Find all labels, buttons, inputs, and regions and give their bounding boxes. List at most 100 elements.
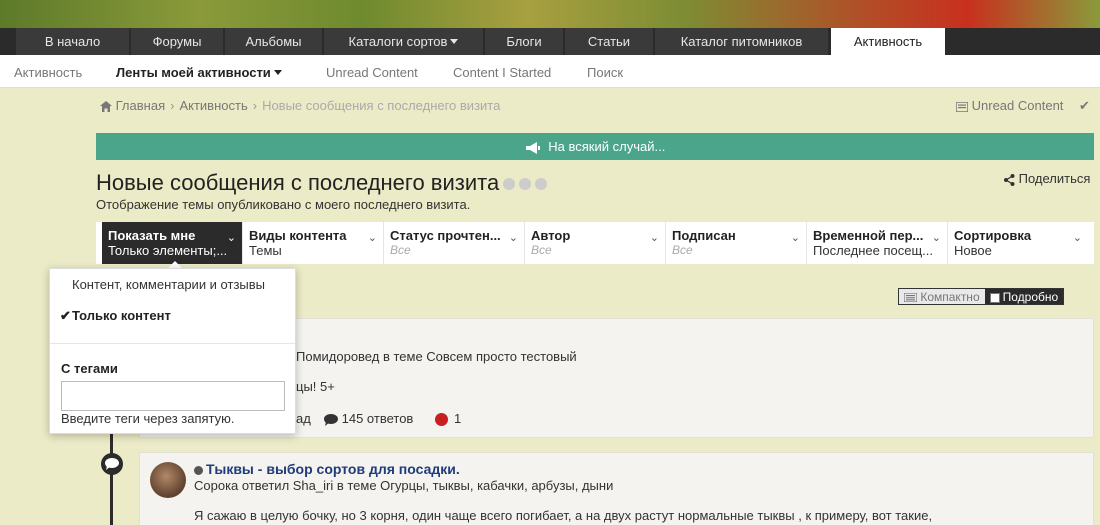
nav-tab-catalogs[interactable]: Каталоги сортов xyxy=(324,28,483,55)
topic-title-text: Тыквы - выбор сортов для посадки. xyxy=(206,461,460,477)
card-snippet: Я сажаю в целую бочку, но 3 корня, один … xyxy=(194,508,933,523)
subnav-unread-content[interactable]: Unread Content xyxy=(326,55,418,90)
avatar[interactable] xyxy=(150,462,186,498)
header-banner xyxy=(0,0,1100,28)
nav-tab-label: Каталоги сортов xyxy=(348,34,448,49)
subnav-my-feeds[interactable]: Ленты моей активности xyxy=(116,55,282,90)
filter-label: Статус прочтен... xyxy=(390,229,501,243)
nav-tab-activity[interactable]: Активность xyxy=(831,28,945,55)
view-compact-button[interactable]: Компактно xyxy=(899,289,985,304)
list-icon xyxy=(955,100,969,113)
page-title: Новые сообщения с последнего визита xyxy=(96,170,548,196)
check-circle-icon[interactable] xyxy=(535,178,548,191)
filter-value: Темы xyxy=(249,243,282,258)
filter-label: Подписан xyxy=(672,229,736,243)
main-nav: В начало Форумы Альбомы Каталоги сортов … xyxy=(0,28,1100,55)
view-compact-label: Компактно xyxy=(920,290,980,304)
nav-tab-label: Блоги xyxy=(506,34,542,49)
card-time: ад xyxy=(296,411,311,426)
filter-value: Все xyxy=(672,243,693,257)
dropdown-option-all[interactable]: Контент, комментарии и отзывы xyxy=(60,277,265,292)
subnav-activity[interactable]: Активность xyxy=(14,55,82,90)
filter-value: Все xyxy=(531,243,552,257)
chevron-down-icon: ⌄ xyxy=(649,232,659,244)
home-icon xyxy=(100,101,112,113)
filter-content-types[interactable]: Виды контента Темы ⌄ xyxy=(243,222,384,264)
nav-tab-label: В начало xyxy=(44,34,101,49)
card-replies[interactable]: 145 ответов xyxy=(324,411,413,426)
nav-tab-home[interactable]: В начало xyxy=(16,28,129,55)
subnav-label: Ленты моей активности xyxy=(116,65,271,80)
nav-tab-nurseries[interactable]: Каталог питомников xyxy=(655,28,828,55)
tomato-icon xyxy=(435,413,448,427)
page-title-text: Новые сообщения с последнего визита xyxy=(96,170,500,195)
check-icon[interactable]: ✔ xyxy=(1079,98,1090,113)
chevron-down-icon: ⌄ xyxy=(1072,232,1082,244)
nav-tab-forums[interactable]: Форумы xyxy=(131,28,223,55)
filter-bar: Показать мне Только элементы;... ⌄ Виды … xyxy=(96,222,1094,264)
chevron-right-icon: › xyxy=(252,98,258,113)
list-icon xyxy=(903,292,918,303)
tags-input[interactable] xyxy=(61,381,285,411)
chevron-down-icon: ⌄ xyxy=(790,232,800,244)
chevron-right-icon: › xyxy=(170,98,175,113)
calendar-icon[interactable] xyxy=(519,178,532,191)
filter-label: Виды контента xyxy=(249,229,347,243)
filter-sort[interactable]: Сортировка Новое ⌄ xyxy=(948,222,1088,264)
option-label: Контент, комментарии и отзывы xyxy=(72,277,266,292)
breadcrumb-activity[interactable]: Активность xyxy=(179,98,247,113)
filter-label: Показать мне xyxy=(108,229,196,243)
share-icon xyxy=(1004,173,1015,186)
card-meta: Сорока ответил Sha_iri в теме Огурцы, ты… xyxy=(194,478,614,493)
check-icon: ✔ xyxy=(60,308,71,323)
option-label: Только контент xyxy=(72,308,171,323)
view-toggle: Компактно Подробно xyxy=(898,288,1065,305)
subnav-search[interactable]: Поиск xyxy=(587,55,623,90)
nav-tab-articles[interactable]: Статьи xyxy=(565,28,653,55)
topic-title[interactable]: Тыквы - выбор сортов для посадки. xyxy=(194,461,460,477)
breadcrumb-current: Новые сообщения с последнего визита xyxy=(262,98,501,113)
sub-nav: Активность Ленты моей активности Unread … xyxy=(0,55,1100,88)
replies-count: 145 ответов xyxy=(341,411,414,426)
card-snippet: цы! 5+ xyxy=(296,379,335,394)
filter-time-period[interactable]: Временной пер... Последнее посещ... ⌄ xyxy=(807,222,948,264)
filter-value: Только элементы;... xyxy=(108,243,228,258)
nav-tab-label: Альбомы xyxy=(245,34,302,49)
filter-followed[interactable]: Подписан Все ⌄ xyxy=(666,222,807,264)
filter-value: Новое xyxy=(954,243,992,258)
card-reactions[interactable]: 1 xyxy=(435,411,461,427)
chevron-down-icon xyxy=(450,39,459,45)
unread-dot-icon xyxy=(194,465,203,475)
tags-label: С тегами xyxy=(61,361,118,376)
nav-tab-albums[interactable]: Альбомы xyxy=(225,28,322,55)
share-button[interactable]: Поделиться xyxy=(1004,171,1090,186)
unread-content-label: Unread Content xyxy=(971,98,1064,113)
divider xyxy=(50,343,295,344)
checkbox-icon xyxy=(989,292,1000,303)
rss-icon[interactable] xyxy=(503,178,516,191)
announcement-text: На всякий случай... xyxy=(548,139,666,154)
nav-tab-blogs[interactable]: Блоги xyxy=(485,28,563,55)
view-full-label: Подробно xyxy=(1002,290,1059,304)
subnav-content-started[interactable]: Content I Started xyxy=(453,55,551,90)
filter-label: Временной пер... xyxy=(813,229,924,243)
share-label: Поделиться xyxy=(1018,171,1091,186)
filter-value: Все xyxy=(390,243,411,257)
chevron-down-icon: ⌄ xyxy=(367,232,377,244)
chevron-down-icon: ⌄ xyxy=(226,232,236,244)
unread-content-link[interactable]: Unread Content ✔ xyxy=(955,98,1090,114)
filter-label: Автор xyxy=(531,229,571,243)
nav-tab-label: Статьи xyxy=(587,34,631,49)
filter-author[interactable]: Автор Все ⌄ xyxy=(525,222,666,264)
megaphone-icon xyxy=(525,141,540,154)
card-meta: Помидоровед в теме Совсем просто тестовы… xyxy=(296,349,577,364)
breadcrumb-home[interactable]: Главная xyxy=(116,98,165,113)
filter-show-me[interactable]: Показать мне Только элементы;... ⌄ xyxy=(102,222,243,264)
announcement-bar[interactable]: На всякий случай... xyxy=(96,133,1094,160)
comment-icon xyxy=(324,413,338,426)
dropdown-option-content-only[interactable]: ✔Только контент xyxy=(60,308,171,324)
filter-read-status[interactable]: Статус прочтен... Все ⌄ xyxy=(384,222,525,264)
nav-tab-label: Активность xyxy=(853,34,923,49)
page-subtitle: Отображение темы опубликовано с моего по… xyxy=(96,197,471,212)
view-full-button[interactable]: Подробно xyxy=(984,289,1064,304)
